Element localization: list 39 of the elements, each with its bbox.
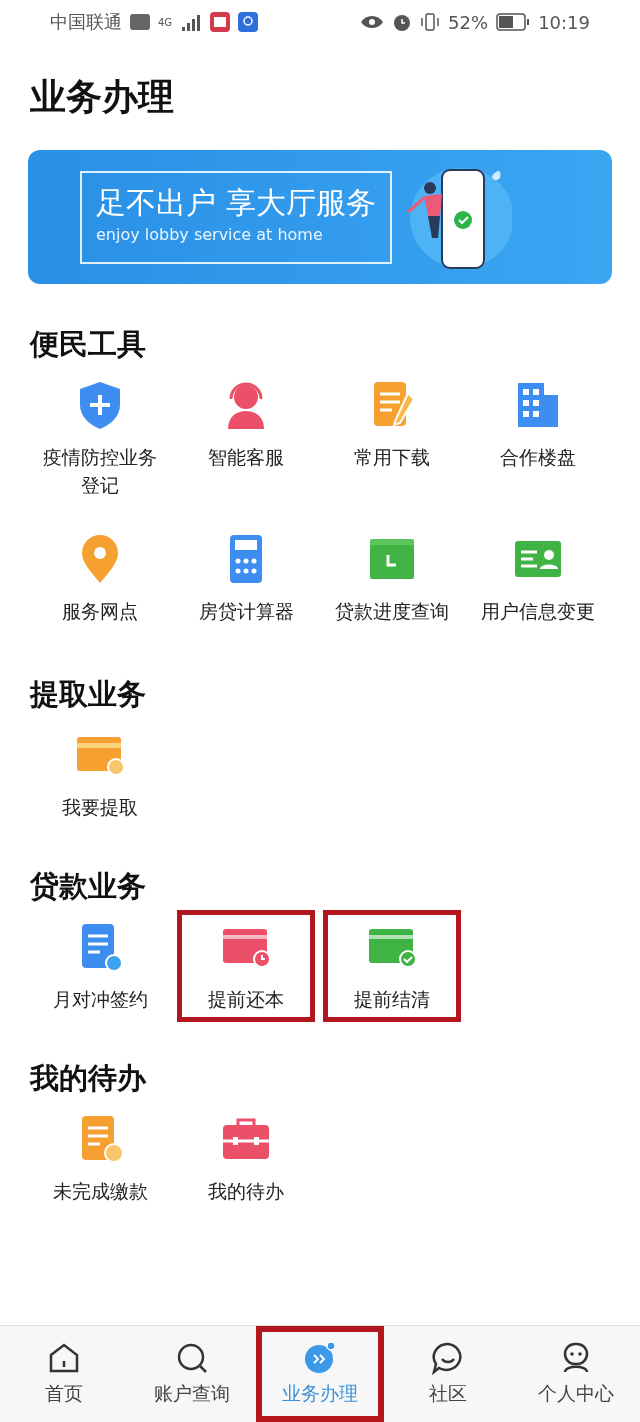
tab-item[interactable]: 账户查询 — [128, 1326, 256, 1422]
home-icon — [47, 1341, 81, 1375]
alarm-icon — [392, 12, 413, 32]
forward-circle-icon — [303, 1341, 337, 1375]
section-heading: 便民工具 — [30, 326, 147, 363]
service-item[interactable]: 服务网点 — [31, 522, 169, 634]
service-item[interactable]: 贷款进度查询 — [323, 522, 461, 634]
network-type: 4G — [158, 16, 173, 28]
service-item[interactable]: 用户信息变更 — [469, 522, 607, 634]
section-heading: 贷款业务 — [30, 868, 147, 905]
section-heading: 提取业务 — [30, 676, 147, 713]
book-app-icon — [210, 12, 231, 32]
signal-icon — [180, 13, 203, 31]
service-item[interactable]: 智能客服 — [177, 368, 315, 508]
battery-percent: 52% — [448, 11, 489, 33]
service-item[interactable]: 合作楼盘 — [469, 368, 607, 508]
service-item[interactable]: 疫情防控业务登记 — [31, 368, 169, 508]
service-item[interactable]: 常用下载 — [323, 368, 461, 508]
carrier-name: 中国联通 — [50, 10, 122, 34]
tab-item[interactable]: 社区 — [384, 1326, 512, 1422]
page-title: 业务办理 — [30, 75, 175, 119]
service-item[interactable]: 月对冲签约 — [31, 910, 169, 1022]
banner-subtitle: enjoy lobby service at home — [96, 224, 324, 244]
chat-bubble-icon — [431, 1341, 465, 1375]
banner-title: 足不出户 享大厅服务 — [96, 183, 376, 222]
clock-time: 10:19 — [538, 11, 590, 33]
tab-item[interactable]: 首页 — [0, 1326, 128, 1422]
service-item[interactable]: 我要提取 — [31, 718, 169, 830]
service-item[interactable]: 房贷计算器 — [177, 522, 315, 634]
search-icon — [175, 1341, 209, 1375]
section-heading: 我的待办 — [30, 1060, 148, 1097]
service-item[interactable]: 未完成缴款 — [31, 1102, 169, 1214]
service-item[interactable]: 我的待办 — [177, 1102, 315, 1214]
vibrate-icon — [420, 12, 441, 32]
battery-icon — [496, 13, 531, 31]
eye-icon — [360, 14, 385, 30]
service-item[interactable]: 提前结清 — [323, 910, 461, 1022]
tab-item[interactable]: 个人中心 — [512, 1326, 640, 1422]
service-item[interactable]: 提前还本 — [177, 910, 315, 1022]
